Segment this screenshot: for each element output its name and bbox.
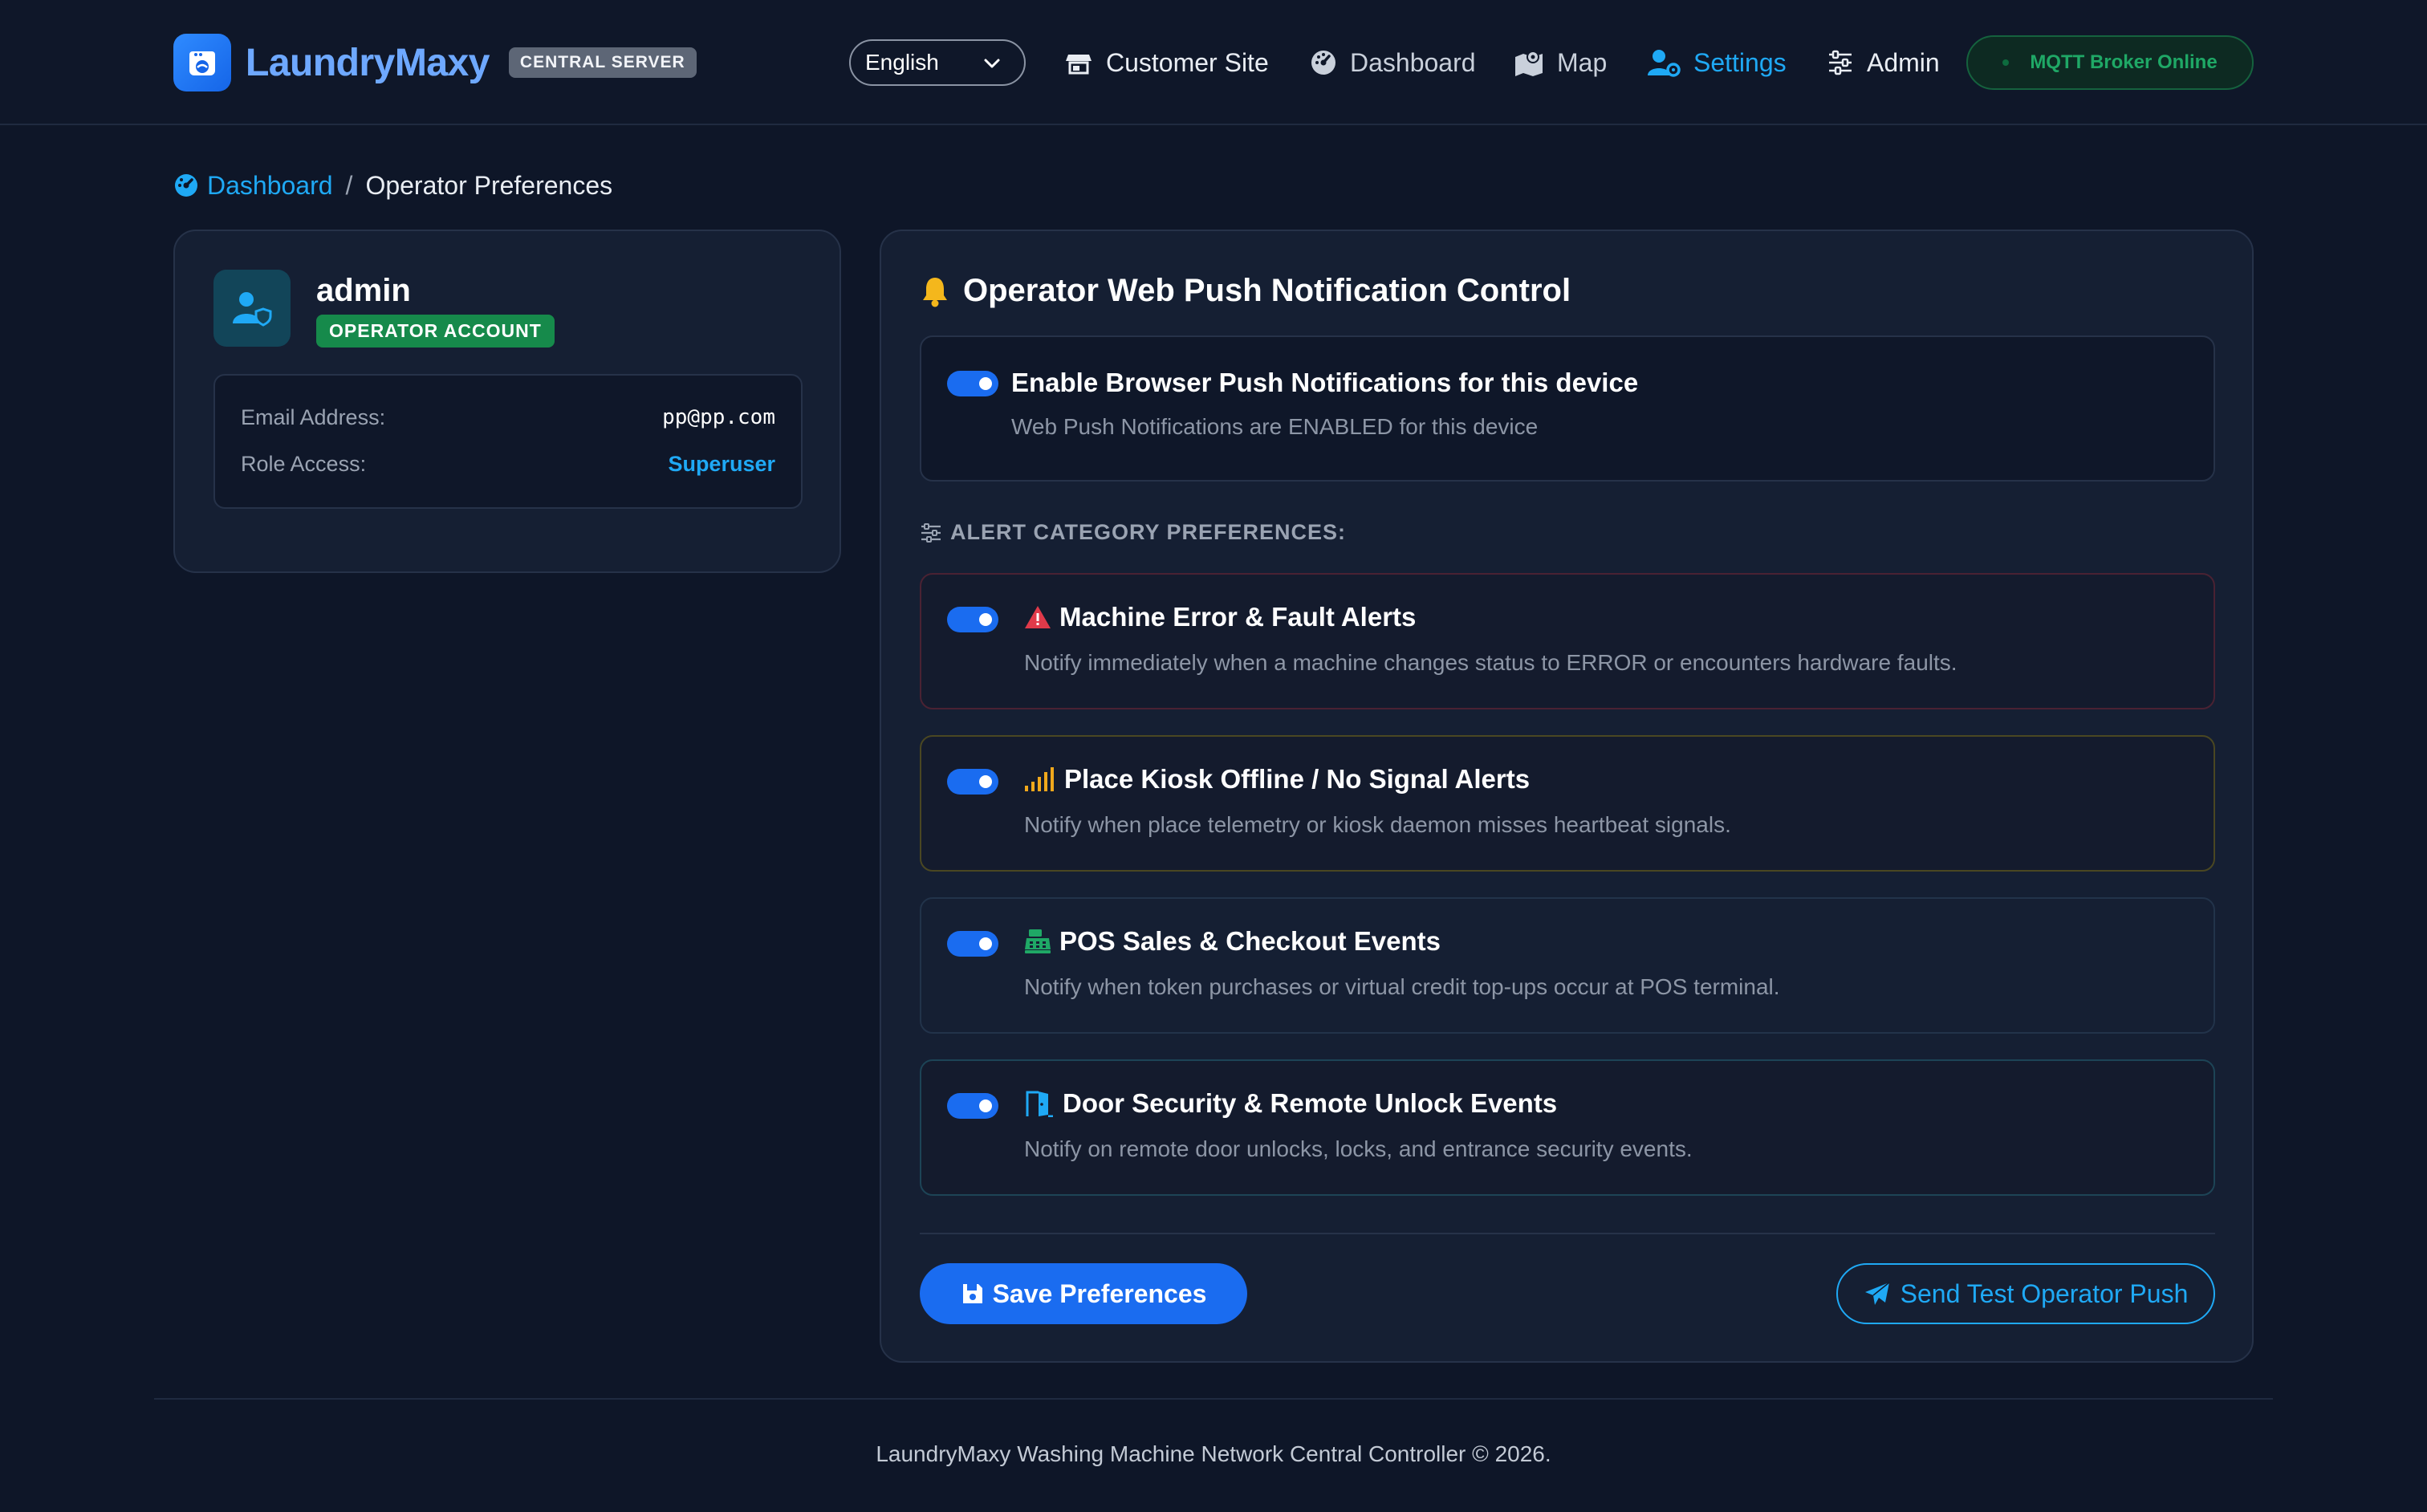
- nav-admin-label: Admin: [1867, 47, 1940, 77]
- machine-error-toggle[interactable]: [947, 607, 998, 632]
- breadcrumb-separator: /: [345, 170, 353, 200]
- chevron-down-icon: [984, 59, 1000, 68]
- breadcrumb: Dashboard / Operator Preferences: [173, 169, 612, 202]
- door-open-icon: [1026, 1091, 1053, 1117]
- door-security-description: Notify on remote door unlocks, locks, an…: [1024, 1136, 1693, 1161]
- footer-text: LaundryMaxy Washing Machine Network Cent…: [876, 1441, 1551, 1466]
- actions-divider: [920, 1233, 2215, 1234]
- store-icon: [1066, 55, 1092, 75]
- email-label: Email Address:: [241, 404, 386, 429]
- sliders-icon: [1829, 50, 1852, 75]
- operator-account-badge: OPERATOR ACCOUNT: [316, 315, 555, 348]
- brand[interactable]: LaundryMaxy CENTRAL SERVER: [173, 34, 697, 91]
- profile-card: admin OPERATOR ACCOUNT Email Address: pp…: [173, 230, 841, 573]
- notification-card-title: Operator Web Push Notification Control: [920, 273, 1571, 309]
- cash-register-icon: [1025, 929, 1051, 953]
- pos-sales-description: Notify when token purchases or virtual c…: [1024, 974, 1780, 999]
- email-value: pp@pp.com: [662, 405, 775, 429]
- notification-control-card: Operator Web Push Notification Control E…: [880, 230, 2254, 1363]
- kiosk-offline-title: Place Kiosk Offline / No Signal Alerts: [1024, 764, 1530, 795]
- bell-icon: [923, 277, 947, 307]
- footer-divider: [154, 1398, 2273, 1400]
- machine-error-title: Machine Error & Fault Alerts: [1024, 602, 1416, 632]
- breadcrumb-dashboard-label: Dashboard: [207, 170, 333, 200]
- status-dot-icon: [2002, 59, 2010, 66]
- user-shield-icon: [213, 270, 291, 347]
- save-preferences-label: Save Preferences: [992, 1278, 1207, 1308]
- role-label: Role Access:: [241, 451, 367, 476]
- machine-error-description: Notify immediately when a machine change…: [1024, 650, 1957, 675]
- gauge-icon: [1311, 51, 1335, 75]
- category-machine-error: Machine Error & Fault Alerts Notify imme…: [920, 573, 2215, 709]
- breadcrumb-current: Operator Preferences: [365, 170, 613, 200]
- washing-machine-icon: [173, 34, 231, 91]
- category-kiosk-offline: Place Kiosk Offline / No Signal Alerts N…: [920, 735, 2215, 872]
- nav-map[interactable]: Map: [1514, 43, 1607, 82]
- mqtt-status-label: MQTT Broker Online: [2030, 51, 2218, 73]
- profile-username: admin: [316, 273, 411, 308]
- language-select[interactable]: English: [849, 39, 1026, 86]
- master-push-toggle[interactable]: [947, 371, 998, 396]
- master-push-status: Web Push Notifications are ENABLED for t…: [1011, 414, 1539, 439]
- pos-sales-toggle[interactable]: [947, 931, 998, 957]
- nav-map-label: Map: [1557, 47, 1608, 77]
- signal-icon: [1025, 767, 1054, 791]
- nav-customer-site[interactable]: Customer Site: [1064, 43, 1269, 82]
- master-push-toggle-box: Enable Browser Push Notifications for th…: [920, 335, 2215, 482]
- nav-settings-label: Settings: [1693, 47, 1787, 77]
- kiosk-offline-description: Notify when place telemetry or kiosk dae…: [1024, 812, 1731, 837]
- pos-sales-title-text: POS Sales & Checkout Events: [1059, 926, 1441, 956]
- paper-plane-icon: [1864, 1282, 1890, 1305]
- machine-error-title-text: Machine Error & Fault Alerts: [1059, 602, 1417, 632]
- door-security-toggle[interactable]: [947, 1093, 998, 1119]
- send-test-push-button[interactable]: Send Test Operator Push: [1836, 1263, 2215, 1324]
- warning-icon: [1025, 606, 1051, 628]
- notification-title-text: Operator Web Push Notification Control: [963, 273, 1571, 308]
- sliders-icon: [921, 522, 941, 543]
- nav-dashboard-label: Dashboard: [1350, 47, 1476, 77]
- category-pos-sales: POS Sales & Checkout Events Notify when …: [920, 897, 2215, 1034]
- role-value: Superuser: [668, 451, 775, 476]
- nav-customer-site-label: Customer Site: [1106, 47, 1269, 77]
- breadcrumb-dashboard-link[interactable]: Dashboard: [173, 171, 333, 201]
- nav-settings[interactable]: Settings: [1647, 43, 1787, 82]
- kiosk-offline-toggle[interactable]: [947, 769, 998, 795]
- save-preferences-button[interactable]: Save Preferences: [920, 1263, 1247, 1324]
- master-push-title: Enable Browser Push Notifications for th…: [1011, 368, 1639, 397]
- alert-category-heading: ALERT CATEGORY PREFERENCES:: [920, 520, 1346, 545]
- pos-sales-title: POS Sales & Checkout Events: [1024, 926, 1441, 957]
- brand-name: LaundryMaxy: [246, 41, 490, 84]
- email-row: Email Address: pp@pp.com: [241, 401, 775, 433]
- role-row: Role Access: Superuser: [241, 448, 775, 480]
- nav-admin[interactable]: Admin: [1827, 43, 1940, 82]
- mqtt-status-badge: MQTT Broker Online: [1966, 35, 2254, 90]
- server-badge: CENTRAL SERVER: [508, 47, 697, 78]
- send-test-push-label: Send Test Operator Push: [1900, 1278, 2189, 1308]
- map-icon: [1515, 51, 1543, 76]
- alert-category-heading-text: ALERT CATEGORY PREFERENCES:: [950, 520, 1347, 544]
- nav-dashboard[interactable]: Dashboard: [1310, 43, 1476, 82]
- door-security-title: Door Security & Remote Unlock Events: [1024, 1088, 1557, 1119]
- floppy-disk-icon: [962, 1284, 982, 1303]
- top-navbar: LaundryMaxy CENTRAL SERVER English Custo…: [0, 0, 2427, 125]
- gauge-icon: [175, 174, 197, 197]
- user-gear-icon: [1648, 50, 1681, 77]
- door-security-title-text: Door Security & Remote Unlock Events: [1063, 1088, 1558, 1118]
- kiosk-offline-title-text: Place Kiosk Offline / No Signal Alerts: [1064, 764, 1531, 794]
- account-info-box: Email Address: pp@pp.com Role Access: Su…: [213, 374, 803, 509]
- category-door-security: Door Security & Remote Unlock Events Not…: [920, 1059, 2215, 1196]
- language-selected: English: [865, 50, 939, 75]
